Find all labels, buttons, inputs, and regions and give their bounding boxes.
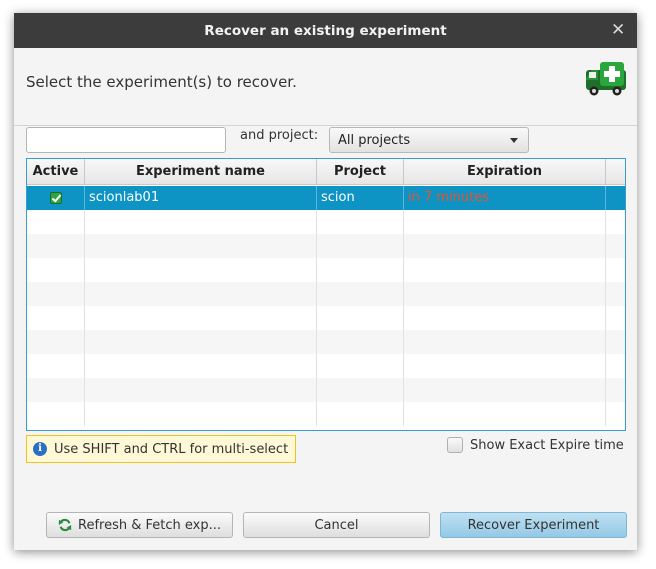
empty-cell [27, 258, 85, 282]
table-row[interactable]: scionlab01 scion in 7 minutes [27, 186, 625, 210]
table-row-empty [27, 282, 625, 306]
refresh-fetch-button[interactable]: Refresh & Fetch exp... [46, 512, 233, 538]
refresh-fetch-label: Refresh & Fetch exp... [78, 517, 221, 533]
empty-cell [606, 282, 625, 306]
experiments-table[interactable]: Active Experiment name Project Expiratio… [26, 158, 626, 431]
empty-cell [85, 258, 317, 282]
empty-cell [85, 282, 317, 306]
empty-cell [606, 330, 625, 354]
empty-cell [606, 402, 625, 426]
experiment-filter-input[interactable] [26, 127, 226, 153]
empty-cell [317, 282, 404, 306]
empty-cell [317, 402, 404, 426]
empty-cell [404, 330, 606, 354]
empty-cell [85, 402, 317, 426]
empty-cell [404, 378, 606, 402]
empty-cell [27, 354, 85, 378]
table-row-empty [27, 330, 625, 354]
empty-cell [27, 210, 85, 234]
info-icon: i [33, 442, 47, 456]
header-divider [14, 125, 637, 126]
empty-cell [85, 234, 317, 258]
empty-cell [606, 234, 625, 258]
empty-cell [404, 282, 606, 306]
table-row-empty [27, 378, 625, 402]
expiration-cell: in 7 minutes [404, 186, 606, 210]
table-row-empty [27, 258, 625, 282]
column-header-expiration[interactable]: Expiration [404, 159, 606, 185]
active-cell[interactable] [27, 186, 85, 210]
empty-cell [27, 330, 85, 354]
column-header-project[interactable]: Project [317, 159, 404, 185]
empty-cell [27, 234, 85, 258]
empty-cell [606, 210, 625, 234]
empty-cell [85, 306, 317, 330]
project-cell: scion [317, 186, 404, 210]
close-icon[interactable]: ✕ [611, 22, 625, 39]
empty-cell [404, 258, 606, 282]
empty-cell [85, 330, 317, 354]
project-filter-label: and project: [240, 128, 319, 143]
empty-cell [85, 354, 317, 378]
project-dropdown-value: All projects [338, 132, 411, 148]
empty-cell [404, 402, 606, 426]
hint-text: Use SHIFT and CTRL for multi-select [54, 441, 289, 457]
empty-cell [404, 306, 606, 330]
active-checkbox[interactable] [49, 192, 62, 204]
recover-label: Recover Experiment [467, 517, 600, 533]
empty-cell [606, 258, 625, 282]
table-row-empty [27, 306, 625, 330]
empty-cell [317, 306, 404, 330]
recover-experiment-button[interactable]: Recover Experiment [440, 512, 627, 538]
recover-experiment-dialog: Recover an existing experiment ✕ Select … [14, 13, 637, 550]
empty-cell [317, 234, 404, 258]
table-row-empty [27, 210, 625, 234]
column-header-experiment-name[interactable]: Experiment name [85, 159, 317, 185]
cancel-button[interactable]: Cancel [243, 512, 430, 538]
project-dropdown[interactable]: All projects [329, 127, 529, 153]
dialog-header: Select the experiment(s) to recover. [14, 48, 637, 125]
table-header: Active Experiment name Project Expiratio… [27, 159, 625, 185]
empty-cell [27, 378, 85, 402]
empty-cell [317, 330, 404, 354]
filler-cell [606, 186, 625, 210]
title-bar[interactable]: Recover an existing experiment ✕ [14, 13, 637, 48]
show-exact-expire-checkbox[interactable] [447, 437, 463, 453]
ambulance-icon [586, 62, 626, 96]
empty-cell [317, 378, 404, 402]
empty-cell [317, 210, 404, 234]
column-header-filler [606, 159, 625, 185]
empty-cell [606, 378, 625, 402]
experiment-name-cell: scionlab01 [85, 186, 317, 210]
empty-cell [27, 306, 85, 330]
empty-cell [404, 210, 606, 234]
show-exact-expire-label: Show Exact Expire time [470, 437, 624, 453]
dialog-title: Recover an existing experiment [204, 22, 447, 39]
instruction-text: Select the experiment(s) to recover. [26, 73, 297, 91]
cancel-label: Cancel [314, 517, 359, 533]
chevron-down-icon [510, 138, 518, 143]
empty-cell [317, 354, 404, 378]
empty-cell [404, 234, 606, 258]
table-row-empty [27, 234, 625, 258]
empty-cell [317, 258, 404, 282]
empty-cell [404, 354, 606, 378]
empty-cell [606, 306, 625, 330]
table-row-empty [27, 354, 625, 378]
refresh-icon [58, 518, 72, 532]
empty-cell [27, 402, 85, 426]
empty-cell [85, 210, 317, 234]
show-exact-expire-toggle[interactable]: Show Exact Expire time [447, 437, 624, 453]
column-header-active[interactable]: Active [27, 159, 85, 185]
empty-cell [606, 354, 625, 378]
empty-cell [27, 282, 85, 306]
multi-select-hint: i Use SHIFT and CTRL for multi-select [26, 435, 296, 463]
empty-cell [85, 378, 317, 402]
table-row-empty [27, 402, 625, 426]
